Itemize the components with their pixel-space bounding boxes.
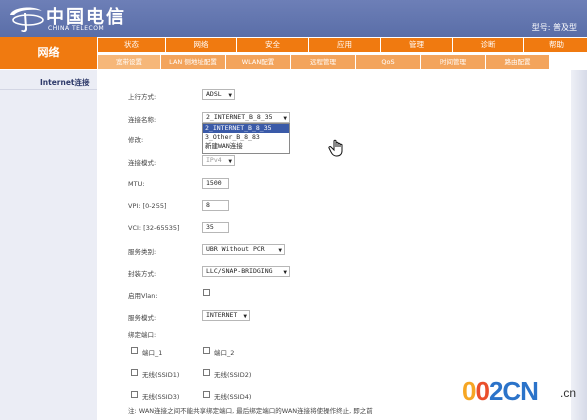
tab-security[interactable]: 安全 <box>237 38 308 52</box>
ssid2-label: 无线(SSID2) <box>214 371 252 379</box>
tab-status[interactable]: 状态 <box>98 38 165 52</box>
ssid1-checkbox[interactable] <box>131 369 138 376</box>
ssid1-label: 无线(SSID1) <box>142 371 180 379</box>
subtab-time[interactable]: 时间管理 <box>421 55 485 69</box>
chevron-down-icon: ▼ <box>243 313 247 320</box>
tab-application[interactable]: 应用 <box>309 38 380 52</box>
watermark-text: 002CN <box>462 376 539 406</box>
uplink-label: 上行方式: <box>128 93 157 101</box>
vci-label: VCI: [32-65535] <box>128 224 180 232</box>
conn-name-dropdown-list: 2_INTERNET_B_8_35 3_Other_B_8_83 新建WAN连接 <box>202 123 290 154</box>
section-title: 网络 <box>0 37 97 69</box>
tab-help[interactable]: 帮助 <box>524 38 587 52</box>
service-type-label: 服务类别: <box>128 248 157 256</box>
modify-label: 修改: <box>128 136 144 144</box>
subtab-wlan[interactable]: WLAN配置 <box>226 55 290 69</box>
vpi-input[interactable]: 8 <box>202 200 229 211</box>
sidebar: Internet连接 <box>0 70 97 420</box>
tab-network[interactable]: 网络 <box>166 38 236 52</box>
conn-mode-select[interactable]: IPv4 ▼ <box>202 155 235 166</box>
encap-label: 封装方式: <box>128 270 157 278</box>
conn-mode-value: IPv4 <box>206 156 222 164</box>
encap-value: LLC/SNAP-BRIDGING <box>206 267 273 275</box>
ssid3-checkbox[interactable] <box>131 391 138 398</box>
main-tabs: 状态 网络 安全 应用 管理 诊断 帮助 <box>98 38 587 52</box>
logo-english-text: CHINA TELECOM <box>48 25 105 32</box>
sidebar-item-internet[interactable]: Internet连接 <box>0 70 97 90</box>
ssid3-label: 无线(SSID3) <box>142 393 180 401</box>
dropdown-option[interactable]: 3_Other_B_8_83 <box>203 133 289 142</box>
dropdown-option[interactable]: 2_INTERNET_B_8_35 <box>203 124 289 133</box>
subtab-qos[interactable]: QoS <box>356 55 420 69</box>
conn-name-label: 连接名称: <box>128 116 157 124</box>
service-type-select[interactable]: UBR Without PCR ▼ <box>202 244 285 255</box>
sub-tabs: 宽带设置 LAN 侧地址配置 WLAN配置 远程管理 QoS 时间管理 路由配置 <box>98 55 550 69</box>
model-label: 型号: 普及型 <box>531 23 577 32</box>
subtab-remote[interactable]: 远程管理 <box>291 55 355 69</box>
subtab-broadband[interactable]: 宽带设置 <box>98 55 160 69</box>
chevron-down-icon: ▼ <box>278 247 282 254</box>
ssid2-checkbox[interactable] <box>203 369 210 376</box>
uplink-select[interactable]: ADSL ▼ <box>202 89 235 100</box>
ssid4-label: 无线(SSID4) <box>214 393 252 401</box>
mtu-input[interactable]: 1500 <box>202 178 229 189</box>
china-telecom-logo: 中国电信 CHINA TELECOM <box>4 3 144 35</box>
watermark-suffix: .cn <box>560 386 577 400</box>
chevron-down-icon: ▼ <box>283 115 287 122</box>
service-type-value: UBR Without PCR <box>206 245 265 253</box>
header-bar: 中国电信 CHINA TELECOM 型号: 普及型 <box>0 0 587 37</box>
bind-port-label: 绑定端口: <box>128 331 157 339</box>
navigation-bar: 网络 状态 网络 安全 应用 管理 诊断 帮助 宽带设置 LAN 侧地址配置 W… <box>0 37 587 70</box>
vpi-label: VPI: [0-255] <box>128 202 167 210</box>
service-mode-select[interactable]: INTERNET ▼ <box>202 310 250 321</box>
vlan-label: 启用Vlan: <box>128 292 158 300</box>
watermark-letters: CN <box>502 376 539 406</box>
service-mode-label: 服务模式: <box>128 314 157 322</box>
vci-input[interactable]: 35 <box>202 222 229 233</box>
conn-name-value: 2_INTERNET_B_8_35 <box>206 113 273 121</box>
hand-cursor-icon <box>328 139 343 157</box>
port-1-label: 端口_1 <box>142 349 163 357</box>
right-edge-strip <box>571 70 587 420</box>
china-telecom-logo-icon <box>10 7 44 33</box>
tab-diagnostics[interactable]: 诊断 <box>453 38 523 52</box>
conn-name-select[interactable]: 2_INTERNET_B_8_35 ▼ <box>202 112 290 123</box>
mtu-label: MTU: <box>128 180 145 188</box>
tab-management[interactable]: 管理 <box>381 38 452 52</box>
ssid4-checkbox[interactable] <box>203 391 210 398</box>
chevron-down-icon: ▼ <box>228 158 232 165</box>
port-1-checkbox[interactable] <box>131 347 138 354</box>
dropdown-option[interactable]: 新建WAN连接 <box>203 142 289 151</box>
vlan-checkbox[interactable] <box>203 289 210 296</box>
port-2-checkbox[interactable] <box>203 347 210 354</box>
conn-mode-label: 连接模式: <box>128 159 157 167</box>
chevron-down-icon: ▼ <box>283 269 287 276</box>
encap-select[interactable]: LLC/SNAP-BRIDGING ▼ <box>202 266 290 277</box>
subtab-routing[interactable]: 路由配置 <box>486 55 549 69</box>
chevron-down-icon: ▼ <box>228 92 232 99</box>
wan-config-form: 上行方式: ADSL ▼ 连接名称: 2_INTERNET_B_8_35 ▼ 修… <box>100 70 570 420</box>
uplink-value: ADSL <box>206 90 222 98</box>
site-watermark: 002CN .cn <box>462 376 587 420</box>
port-2-label: 端口_2 <box>214 349 235 357</box>
subtab-lan[interactable]: LAN 侧地址配置 <box>161 55 225 69</box>
service-mode-value: INTERNET <box>206 311 238 319</box>
